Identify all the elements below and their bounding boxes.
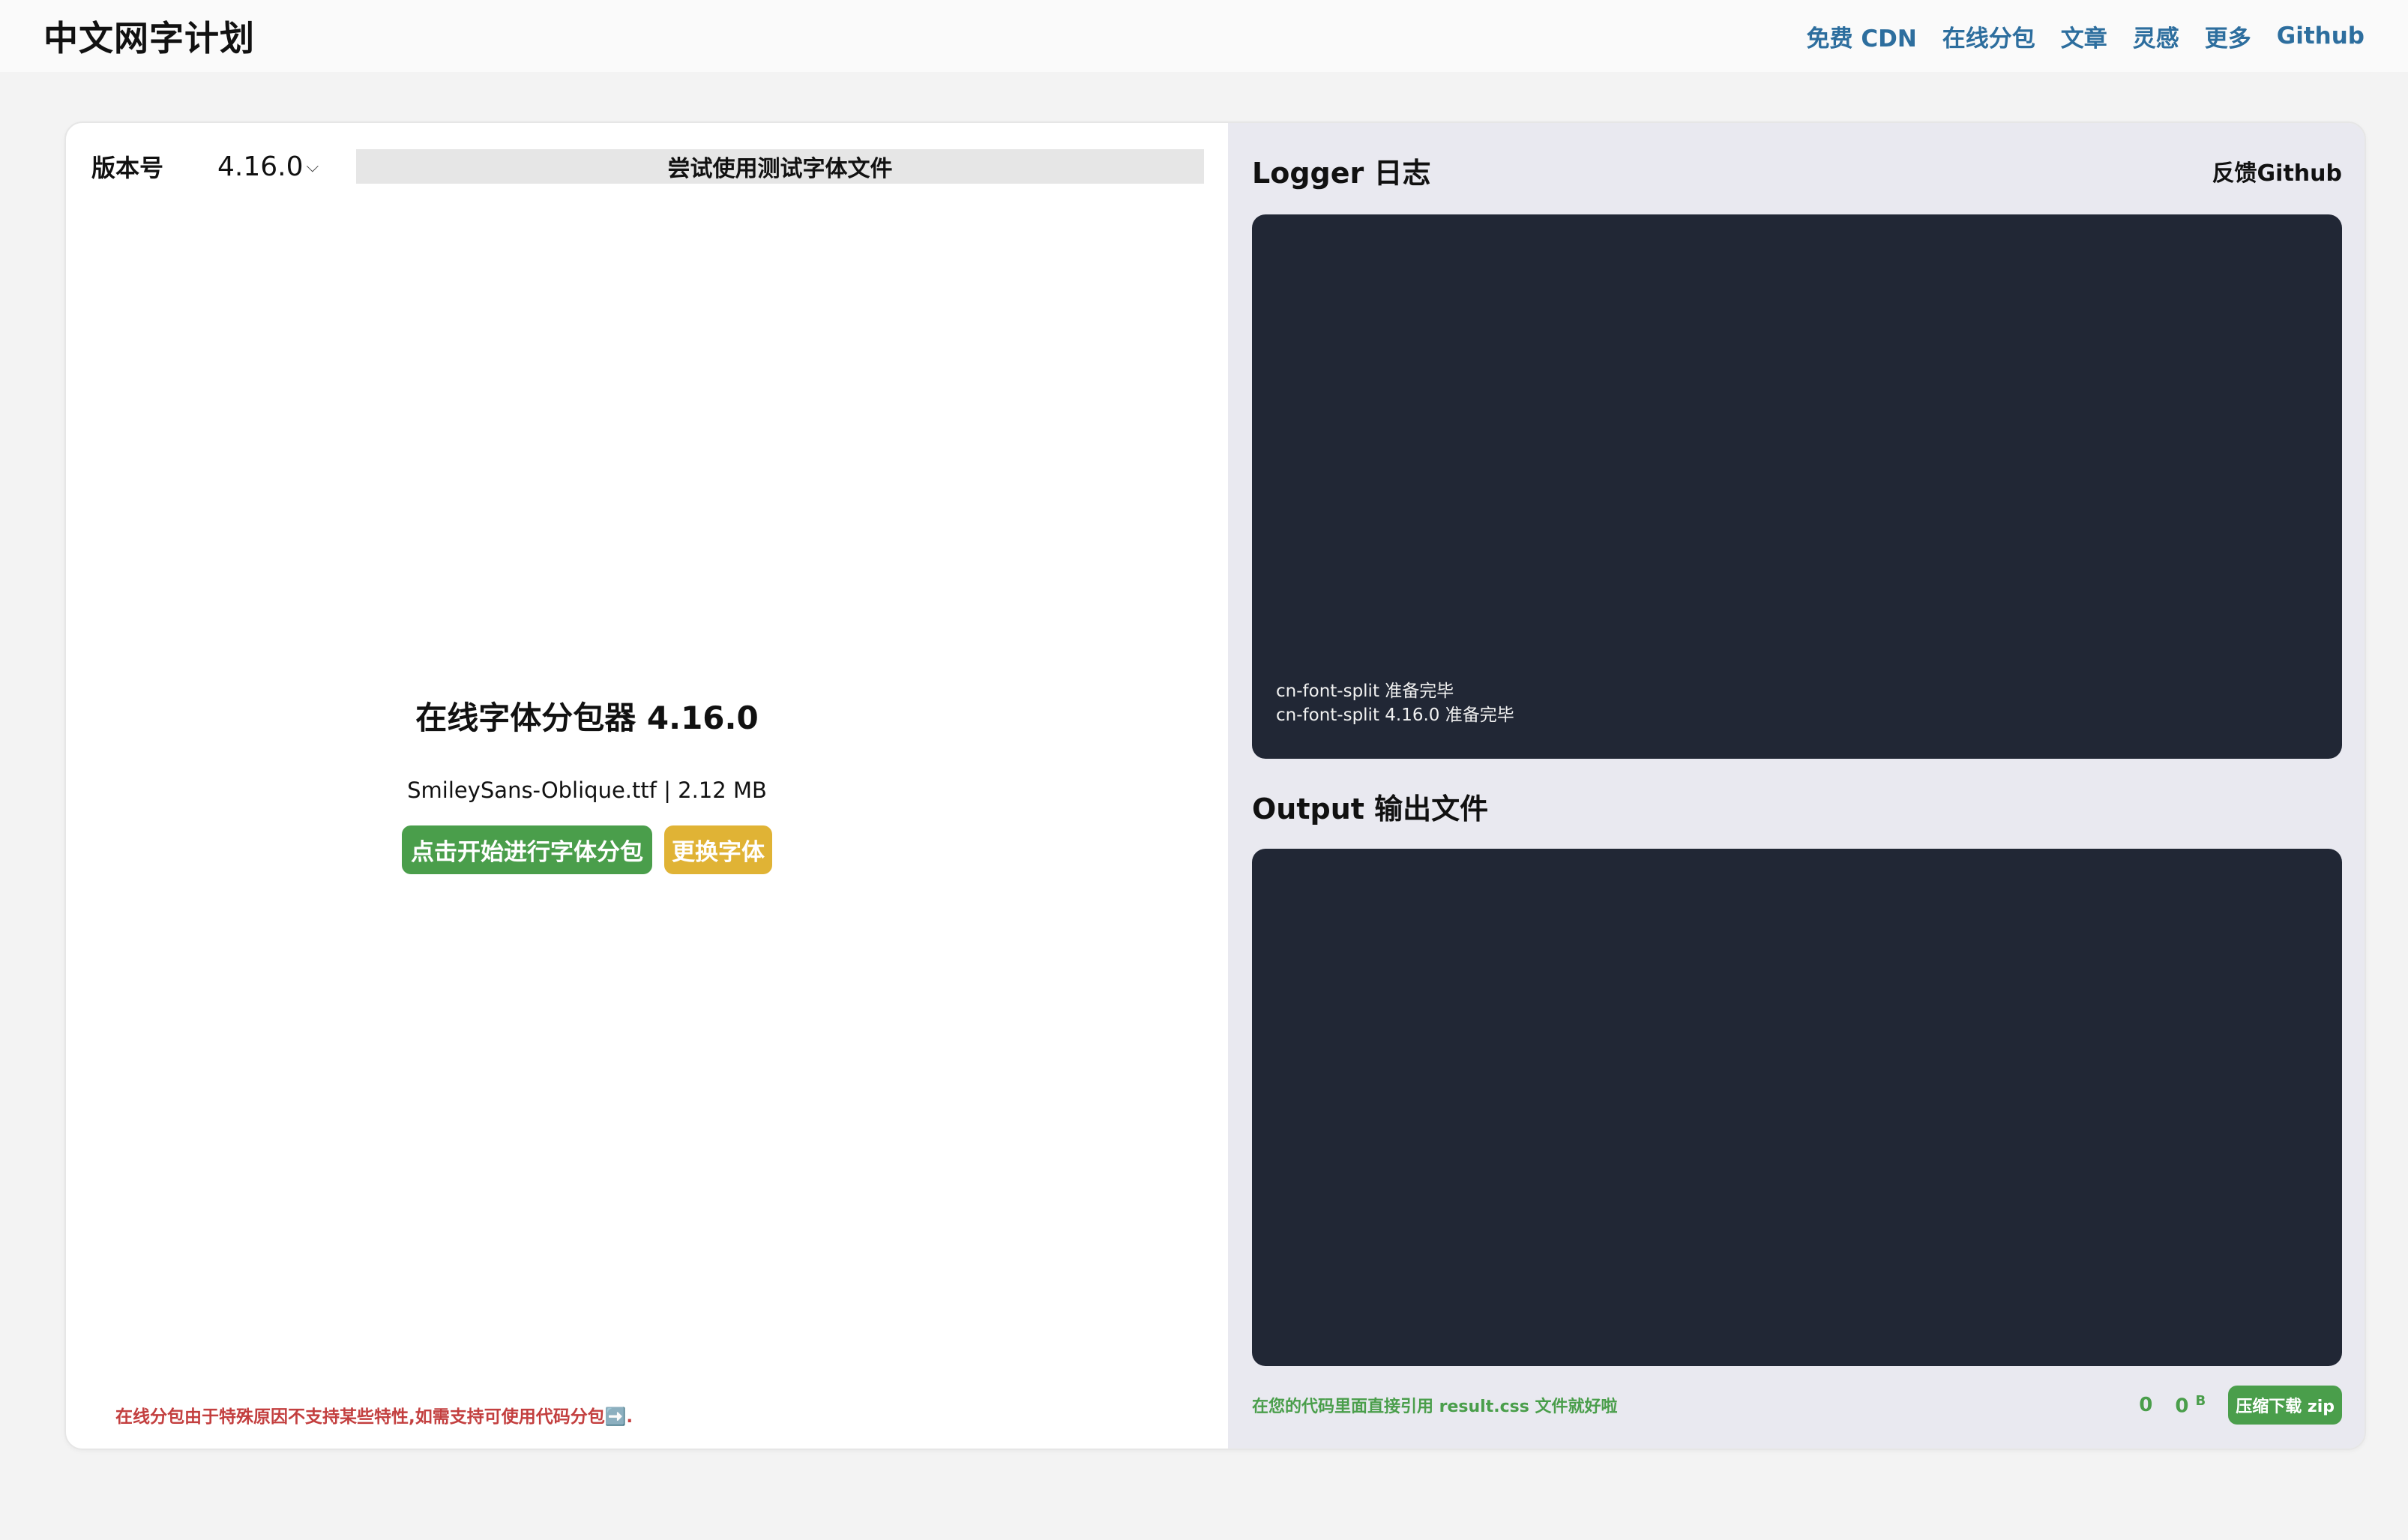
log-line: cn-font-split 准备完毕 — [1276, 682, 1454, 701]
version-select[interactable]: 4.16.0 ⌵ — [217, 151, 356, 182]
nav-link-github[interactable]: Github — [2277, 22, 2365, 49]
top-navbar: 中文网字计划 免费 CDN 在线分包 文章 灵感 更多 Github — [0, 0, 2408, 72]
start-split-button[interactable]: 点击开始进行字体分包 — [402, 825, 652, 874]
split-actions: 点击开始进行字体分包 更换字体 — [402, 825, 772, 874]
log-panel[interactable]: cn-font-split 准备完毕 cn-font-split 4.16.0 … — [1252, 214, 2342, 759]
chevron-down-icon: ⌵ — [306, 157, 319, 176]
output-files-panel[interactable] — [1252, 849, 2342, 1366]
version-select-value: 4.16.0 — [217, 151, 304, 182]
feedback-github-link[interactable]: 反馈Github — [2212, 154, 2342, 187]
logger-title: Logger 日志 — [1252, 157, 1431, 190]
version-row: 版本号 4.16.0 ⌵ 尝试使用测试字体文件 — [91, 148, 1204, 184]
main-nav: 免费 CDN 在线分包 文章 灵感 更多 Github — [1807, 19, 2365, 53]
nav-link-cdn[interactable]: 免费 CDN — [1807, 19, 1917, 53]
nav-link-inspiration[interactable]: 灵感 — [2133, 19, 2179, 53]
split-center: 在线字体分包器 4.16.0 SmileySans-Oblique.ttf | … — [66, 693, 1228, 874]
notice-text[interactable]: 在线分包由于特殊原因不支持某些特性,如需支持可使用代码分包➡️. — [115, 1402, 633, 1428]
font-file-info: SmileySans-Oblique.ttf | 2.12 MB — [407, 777, 767, 803]
total-size: 0 B — [2175, 1393, 2206, 1418]
nav-link-more[interactable]: 更多 — [2205, 19, 2251, 53]
output-footer: 在您的代码里面直接引用 result.css 文件就好啦 0 0 B 压缩下载 … — [1252, 1386, 2342, 1425]
output-side-panel: Logger 日志 反馈Github cn-font-split 准备完毕 cn… — [1228, 123, 2365, 1449]
total-size-unit: B — [2195, 1392, 2206, 1409]
main-card: 版本号 4.16.0 ⌵ 尝试使用测试字体文件 在线字体分包器 4.16.0 S… — [64, 121, 2366, 1450]
version-label: 版本号 — [91, 154, 164, 182]
usage-hint: 在您的代码里面直接引用 result.css 文件就好啦 — [1252, 1398, 1618, 1416]
change-font-button[interactable]: 更换字体 — [664, 825, 772, 874]
logger-header: Logger 日志 反馈Github — [1252, 150, 2342, 191]
log-line: cn-font-split 4.16.0 准备完毕 — [1276, 706, 1514, 725]
try-test-font-button[interactable]: 尝试使用测试字体文件 — [356, 149, 1204, 184]
total-size-value: 0 — [2175, 1395, 2189, 1418]
nav-link-online-split[interactable]: 在线分包 — [1942, 19, 2035, 53]
download-zip-button[interactable]: 压缩下载 zip — [2228, 1386, 2342, 1425]
nav-link-articles[interactable]: 文章 — [2061, 19, 2107, 53]
brand-logo-text[interactable]: 中文网字计划 — [43, 11, 255, 61]
split-panel: 版本号 4.16.0 ⌵ 尝试使用测试字体文件 在线字体分包器 4.16.0 S… — [66, 123, 1228, 1449]
output-stats: 0 0 B 压缩下载 zip — [2139, 1386, 2342, 1425]
file-count: 0 — [2139, 1394, 2153, 1416]
output-title: Output 输出文件 — [1252, 792, 1489, 825]
page-title: 在线字体分包器 4.16.0 — [415, 700, 759, 736]
